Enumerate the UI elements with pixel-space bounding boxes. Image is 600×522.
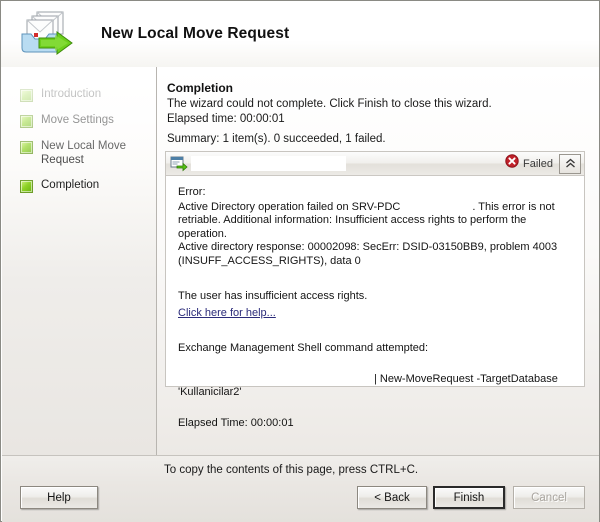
step-complete-icon — [20, 180, 33, 193]
wizard-steps-sidebar: Introduction Move Settings New Local Mov… — [2, 67, 156, 455]
sidebar-item-move-settings[interactable]: Move Settings — [2, 113, 156, 128]
cancel-button: Cancel — [513, 486, 585, 509]
result-elapsed-time: Elapsed Time: 00:00:01 — [178, 416, 294, 429]
back-button[interactable]: < Back — [357, 486, 427, 509]
error-x-icon — [505, 154, 519, 173]
sidebar-item-introduction[interactable]: Introduction — [2, 87, 156, 102]
redacted-server-name — [400, 199, 473, 211]
completion-elapsed-line: Elapsed time: 00:00:01 — [167, 113, 285, 125]
sidebar-item-label: Completion — [41, 179, 100, 191]
shell-command-value: | New-MoveRequest -TargetDatabase 'Kulla… — [178, 372, 558, 399]
status-badge: Failed — [505, 154, 553, 173]
step-complete-icon — [20, 115, 33, 128]
completion-summary-line: Summary: 1 item(s). 0 succeeded, 1 faile… — [167, 133, 386, 145]
completion-pane: Completion The wizard could not complete… — [157, 67, 599, 455]
step-list: Introduction Move Settings New Local Mov… — [2, 67, 156, 193]
shell-command-text: | New-MoveRequest -TargetDatabase 'Kulla… — [178, 373, 572, 400]
ad-response-line: Active directory response: 00002098: Sec… — [178, 241, 561, 267]
user-rights-note: The user has insufficient access rights. — [178, 290, 368, 302]
result-panel-header[interactable]: Failed — [166, 152, 584, 176]
help-link[interactable]: Click here for help... — [178, 307, 276, 321]
wizard-header: New Local Move Request — [1, 1, 599, 67]
completion-status-line: The wizard could not complete. Click Fin… — [167, 98, 492, 110]
mailbox-move-small-icon — [170, 156, 188, 172]
chevron-double-up-icon[interactable] — [559, 153, 581, 174]
status-badge-label: Failed — [523, 157, 553, 170]
redacted-shell-command — [178, 357, 562, 372]
step-complete-icon — [20, 141, 33, 154]
sidebar-item-completion[interactable]: Completion — [2, 178, 156, 193]
help-button[interactable]: Help — [20, 486, 98, 509]
mailbox-move-icon — [15, 8, 79, 60]
sidebar-item-label: Introduction — [41, 88, 102, 100]
error-label: Error: — [178, 186, 206, 198]
error-message: Active Directory operation failed on SRV… — [178, 199, 572, 242]
move-request-wizard-window: New Local Move Request Introduction Move… — [0, 0, 600, 522]
shell-command-label: Exchange Management Shell command attemp… — [178, 342, 429, 354]
help-block: The user has insufficient access rights.… — [178, 290, 572, 320]
completion-heading: Completion — [167, 81, 233, 95]
result-panel: Failed Error: Active Directory operation… — [165, 151, 585, 429]
copy-hint-text: To copy the contents of this page, press… — [164, 464, 419, 476]
sidebar-item-new-local-move-request[interactable]: New Local Move Request — [2, 139, 156, 167]
error-message-before: Active Directory operation failed on SRV… — [178, 200, 401, 213]
result-item-name-field — [191, 156, 347, 171]
shell-command-block: Exchange Management Shell command attemp… — [178, 342, 572, 400]
step-complete-icon — [20, 89, 33, 102]
result-panel-body: Error: Active Directory operation failed… — [166, 176, 584, 430]
page-title: New Local Move Request — [101, 25, 290, 42]
sidebar-item-label: Move Settings — [41, 114, 114, 126]
sidebar-item-label: New Local Move Request — [41, 140, 127, 166]
wizard-footer: To copy the contents of this page, press… — [2, 455, 599, 522]
finish-button[interactable]: Finish — [433, 486, 505, 509]
